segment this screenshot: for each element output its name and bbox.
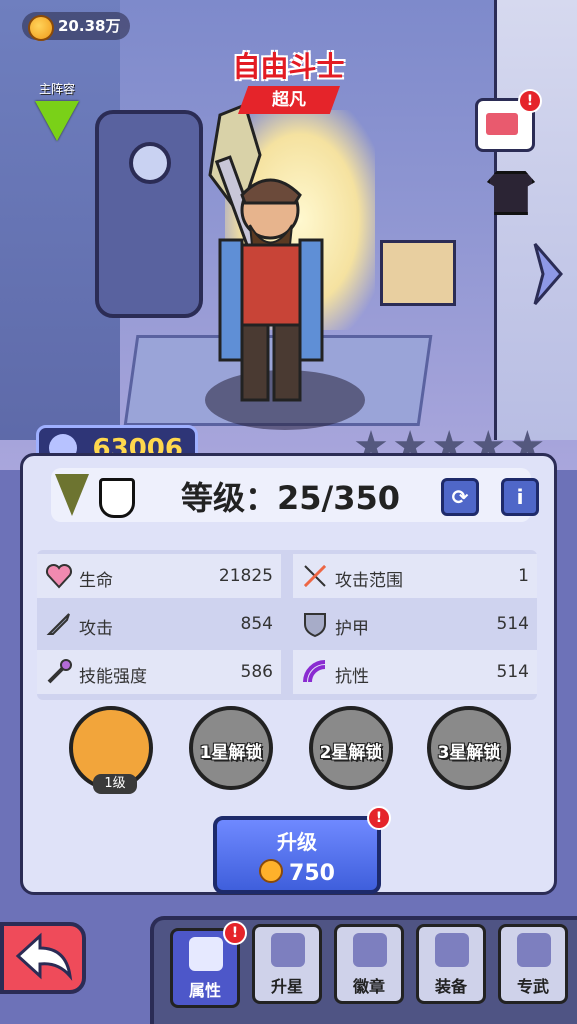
gold-coin-icon (259, 859, 284, 883)
back-button[interactable] (0, 922, 86, 994)
skill-locked-1star[interactable]: 1星解锁 (189, 706, 273, 790)
tab-equipment[interactable]: 装备 (416, 924, 486, 1004)
level-row: 等级：25/350 ⟳ i (51, 468, 539, 522)
currency-amount: 20.38万 (58, 17, 121, 35)
tab-badge[interactable]: 徽章 (334, 924, 404, 1004)
level-text: 等级：25/350 (181, 479, 401, 517)
hero-character[interactable] (150, 95, 360, 415)
skills-row: 1级 1星解锁 2星解锁 3星解锁 (69, 706, 529, 806)
star-up-icon (271, 933, 305, 967)
skill-lock-label: 3星解锁 (437, 743, 501, 763)
skill-locked-3star[interactable]: 3星解锁 (427, 706, 511, 790)
heart-icon (45, 563, 73, 589)
stat-label: 技能强度 (79, 667, 147, 687)
refresh-button[interactable]: ⟳ (441, 478, 479, 516)
stat-value: 514 (496, 614, 529, 634)
tab-label: 装备 (434, 977, 467, 996)
attributes-panel: 等级：25/350 ⟳ i 生命 21825 攻击范围 1 攻击 854 护甲 … (20, 453, 557, 895)
tab-exclusive-weapon[interactable]: 专武 (498, 924, 568, 1004)
tab-label: 属性 (188, 981, 221, 1000)
currency-badge: 20.38万 (22, 12, 131, 41)
tab-label: 徽章 (352, 977, 385, 996)
stat-label: 攻击 (79, 619, 113, 639)
tab-label: 升星 (270, 977, 303, 996)
skin-button[interactable] (481, 165, 535, 215)
hero-name: 自由斗士 (232, 50, 345, 83)
role-shield-icon (99, 478, 135, 518)
stats-grid: 生命 21825 攻击范围 1 攻击 854 护甲 514 技能强度 586 抗… (37, 550, 537, 700)
tab-attributes[interactable]: 属性 ! (170, 921, 247, 1008)
upgrade-label: 升级 (277, 830, 317, 854)
shirt-icon (487, 171, 535, 215)
next-hero-arrow-icon[interactable] (531, 240, 565, 308)
skill-lock-label: 2星解锁 (319, 743, 383, 763)
alert-badge: ! (518, 89, 542, 113)
stat-attack: 攻击 854 (37, 602, 281, 646)
stat-value: 854 (240, 614, 273, 634)
stat-label: 生命 (79, 571, 113, 591)
stat-value: 586 (240, 662, 273, 682)
stat-label: 护甲 (335, 619, 369, 639)
formation-indicator[interactable]: 主阵容 (30, 80, 84, 141)
stat-hp: 生命 21825 (37, 554, 281, 598)
class-icon (55, 474, 89, 516)
hero-scene: 20.38万 主阵容 自由斗士 超凡 ! 63006 (0, 0, 577, 470)
bottom-tab-bar: 属性 ! 升星 徽章 装备 专武 (150, 916, 577, 1024)
range-icon (303, 564, 327, 588)
down-triangle-icon (35, 101, 79, 141)
upgrade-cost: 750 (217, 859, 377, 886)
skill-1[interactable]: 1级 (69, 706, 153, 794)
info-button[interactable]: i (501, 478, 539, 516)
stat-value: 514 (496, 662, 529, 682)
back-arrow-icon (15, 932, 73, 981)
tab-star-up[interactable]: 升星 (252, 924, 322, 1004)
wand-icon (47, 659, 72, 684)
alert-badge: ! (223, 921, 247, 945)
bullet-icon (435, 933, 469, 967)
upgrade-cost-value: 750 (289, 861, 335, 886)
rarity-banner: 超凡 (238, 86, 340, 114)
stat-value: 1 (518, 566, 529, 586)
skill-lock-label: 1星解锁 (199, 743, 263, 763)
stat-value: 21825 (218, 566, 273, 586)
skill-level-badge: 1级 (93, 774, 137, 794)
stat-range: 攻击范围 1 (293, 554, 537, 598)
upgrade-button[interactable]: 升级 750 ! (213, 806, 391, 894)
shield-icon (304, 613, 326, 638)
gun-icon (517, 933, 551, 967)
sword-icon (46, 613, 70, 635)
alert-badge: ! (367, 806, 391, 830)
cardboard-boxes (380, 240, 456, 306)
gold-coin-icon (28, 15, 54, 41)
stat-skill-power: 技能强度 586 (37, 650, 281, 694)
badge-icon (353, 933, 387, 967)
tab-label: 专武 (516, 977, 549, 996)
stat-resistance: 抗性 514 (293, 650, 537, 694)
resist-icon (303, 660, 326, 683)
stat-armor: 护甲 514 (293, 602, 537, 646)
attributes-icon (189, 937, 223, 971)
stat-label: 抗性 (335, 667, 369, 687)
stat-label: 攻击范围 (335, 571, 403, 591)
video-button[interactable]: ! (475, 89, 542, 152)
skill-locked-2star[interactable]: 2星解锁 (309, 706, 393, 790)
